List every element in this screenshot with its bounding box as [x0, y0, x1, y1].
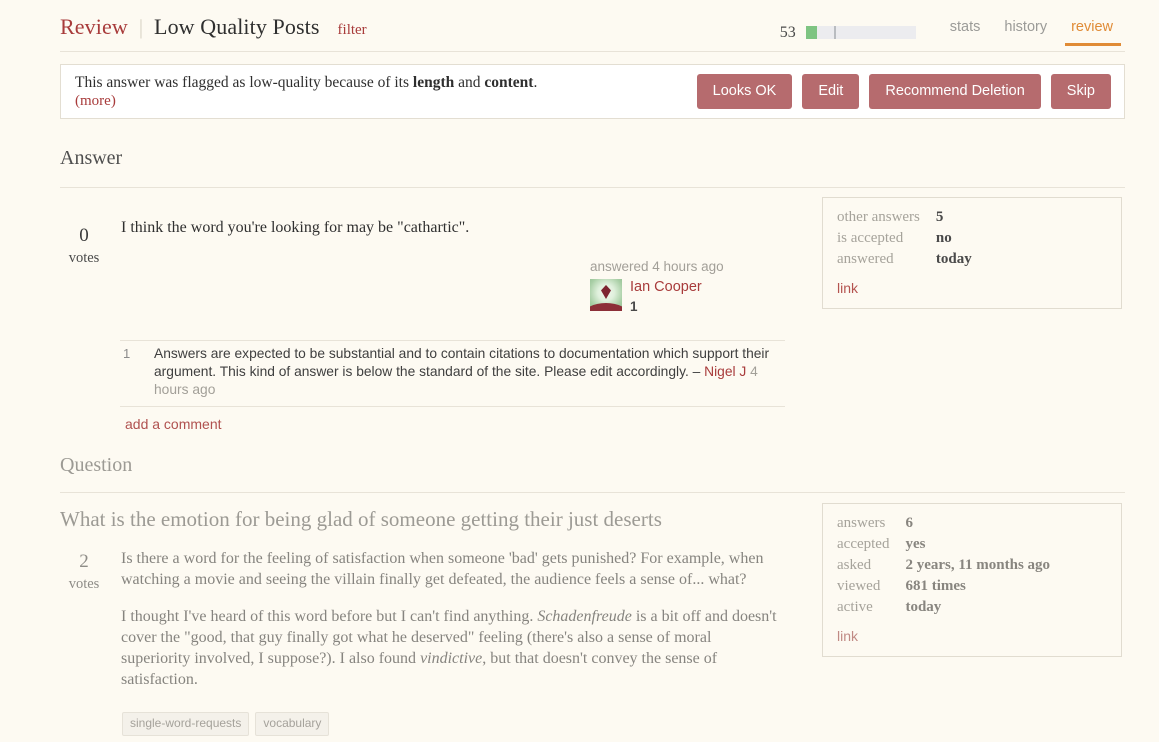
question-section-heading: Question	[60, 454, 133, 476]
tab-stats[interactable]: stats	[938, 19, 993, 46]
avatar[interactable]	[590, 279, 622, 311]
table-row: accepted yes	[837, 536, 1050, 557]
comment-text: Answers are expected to be substantial a…	[154, 346, 770, 379]
comment-score: 1	[123, 346, 131, 361]
review-page: Review | Low Quality Posts filter 53 sta…	[0, 0, 1159, 742]
stat-key: other answers	[837, 209, 920, 225]
answer-user-name[interactable]: Ian Cooper	[630, 279, 702, 296]
question-vote-count: 2	[79, 551, 89, 572]
table-row: asked 2 years, 11 months ago	[837, 557, 1050, 578]
flag-text-prefix: This answer was flagged as low-quality b…	[75, 73, 413, 91]
question-link[interactable]: link	[837, 628, 1107, 644]
table-row: viewed 681 times	[837, 578, 1050, 599]
table-row: other answers 5	[837, 209, 972, 230]
progress-marker	[833, 26, 836, 39]
page-title: Low Quality Posts	[154, 14, 320, 39]
stat-value: 2 years, 11 months ago	[905, 557, 1051, 573]
comment-divider-top	[120, 340, 785, 341]
avatar-arc-icon	[590, 303, 622, 311]
tab-review[interactable]: review	[1059, 19, 1125, 46]
answer-timestamp: answered 4 hours ago	[590, 259, 724, 274]
tag-vocabulary[interactable]: vocabulary	[255, 712, 330, 736]
add-a-comment-link[interactable]: add a comment	[125, 416, 222, 432]
question-section-divider	[60, 492, 1125, 493]
question-vote-block: 2 votes	[60, 551, 108, 593]
looks-ok-button[interactable]: Looks OK	[696, 74, 793, 109]
table-row: active today	[837, 599, 1050, 620]
answer-stats-table: other answers 5 is accepted no answered …	[837, 209, 972, 272]
answer-user-info: Ian Cooper 1	[630, 279, 702, 315]
comment-author[interactable]: Nigel J	[704, 364, 746, 379]
flag-text-middle: and	[454, 73, 485, 91]
breadcrumb-review-link[interactable]: Review	[60, 14, 128, 40]
tab-history[interactable]: history	[992, 19, 1059, 46]
tag-single-word-requests[interactable]: single-word-requests	[122, 712, 250, 736]
flag-more-link[interactable]: (more)	[75, 92, 537, 111]
avatar-diamond-icon	[601, 285, 611, 299]
filter-link[interactable]: filter	[338, 22, 367, 39]
stat-value: yes	[905, 536, 926, 552]
flag-reason-content: content	[484, 73, 534, 91]
question-vote-label: votes	[68, 576, 100, 592]
skip-button[interactable]: Skip	[1050, 74, 1111, 109]
comment-divider-bottom	[120, 406, 785, 407]
answer-section-heading: Answer	[60, 147, 123, 169]
answer-vote-count: 0	[79, 225, 89, 246]
stat-key: answers	[837, 515, 886, 531]
answer-stats-box: other answers 5 is accepted no answered …	[822, 197, 1122, 309]
answer-body-paragraph: I think the word you're looking for may …	[121, 219, 470, 236]
stat-value: today	[935, 251, 972, 267]
question-paragraph-1: Is there a word for the feeling of satis…	[121, 550, 764, 588]
answer-user-reputation: 1	[630, 299, 638, 314]
question-p2-italic-schadenfreude: Schadenfreude	[537, 608, 632, 625]
table-row: answers 6	[837, 515, 1050, 536]
stat-value: 681 times	[905, 578, 966, 594]
answer-vote-label: votes	[68, 250, 100, 266]
answer-section-divider	[60, 187, 1125, 188]
stat-key: answered	[837, 251, 894, 267]
stat-value: 6	[905, 515, 913, 531]
review-count: 53	[779, 23, 796, 41]
stat-value: no	[935, 230, 952, 246]
stat-key: asked	[837, 557, 872, 573]
review-progress-bar	[805, 26, 916, 39]
question-tag-list: single-word-requests vocabulary	[122, 712, 330, 736]
page-header: Review | Low Quality Posts filter 53 sta…	[60, 10, 1125, 52]
flag-banner-text: This answer was flagged as low-quality b…	[61, 73, 537, 111]
stat-key: viewed	[837, 578, 881, 594]
answer-link[interactable]: link	[837, 280, 1107, 296]
answer-body: I think the word you're looking for may …	[121, 217, 781, 238]
stat-key: is accepted	[837, 230, 904, 246]
answer-user-card: answered 4 hours ago Ian Cooper 1	[590, 259, 790, 315]
table-row: answered today	[837, 251, 972, 272]
breadcrumb-separator: |	[138, 15, 144, 39]
flag-banner-actions: Looks OK Edit Recommend Deletion Skip	[696, 74, 1124, 109]
table-row: is accepted no	[837, 230, 972, 251]
flag-text-suffix: .	[533, 73, 538, 91]
progress-fill	[805, 26, 817, 39]
recommend-deletion-button[interactable]: Recommend Deletion	[869, 74, 1041, 109]
question-title[interactable]: What is the emotion for being glad of so…	[60, 507, 662, 532]
stat-value: today	[905, 599, 942, 615]
flag-banner: This answer was flagged as low-quality b…	[60, 64, 1125, 119]
question-p2-italic-vindictive: vindictive	[420, 650, 483, 667]
flag-reason-length: length	[412, 73, 455, 91]
answer-vote-block: 0 votes	[60, 225, 108, 267]
question-stats-table: answers 6 accepted yes asked 2 years, 11…	[837, 515, 1050, 620]
comment-text-block: Answers are expected to be substantial a…	[154, 345, 784, 399]
header-divider	[60, 51, 1125, 52]
question-stats-box: answers 6 accepted yes asked 2 years, 11…	[822, 503, 1122, 657]
stat-key: active	[837, 599, 873, 615]
question-paragraph-2: I thought I've heard of this word before…	[121, 606, 781, 690]
list-item: 1 Answers are expected to be substantial…	[120, 345, 784, 399]
answer-user-row: Ian Cooper 1	[590, 279, 790, 315]
header-title-group: Review | Low Quality Posts filter	[60, 10, 367, 40]
edit-button[interactable]: Edit	[802, 74, 860, 109]
question-p2-part-a: I thought I've heard of this word before…	[121, 608, 538, 625]
stat-key: accepted	[837, 536, 890, 552]
question-body: Is there a word for the feeling of satis…	[121, 548, 781, 690]
stat-value: 5	[935, 209, 944, 225]
header-status-group: 53 stats history review	[780, 10, 1125, 46]
